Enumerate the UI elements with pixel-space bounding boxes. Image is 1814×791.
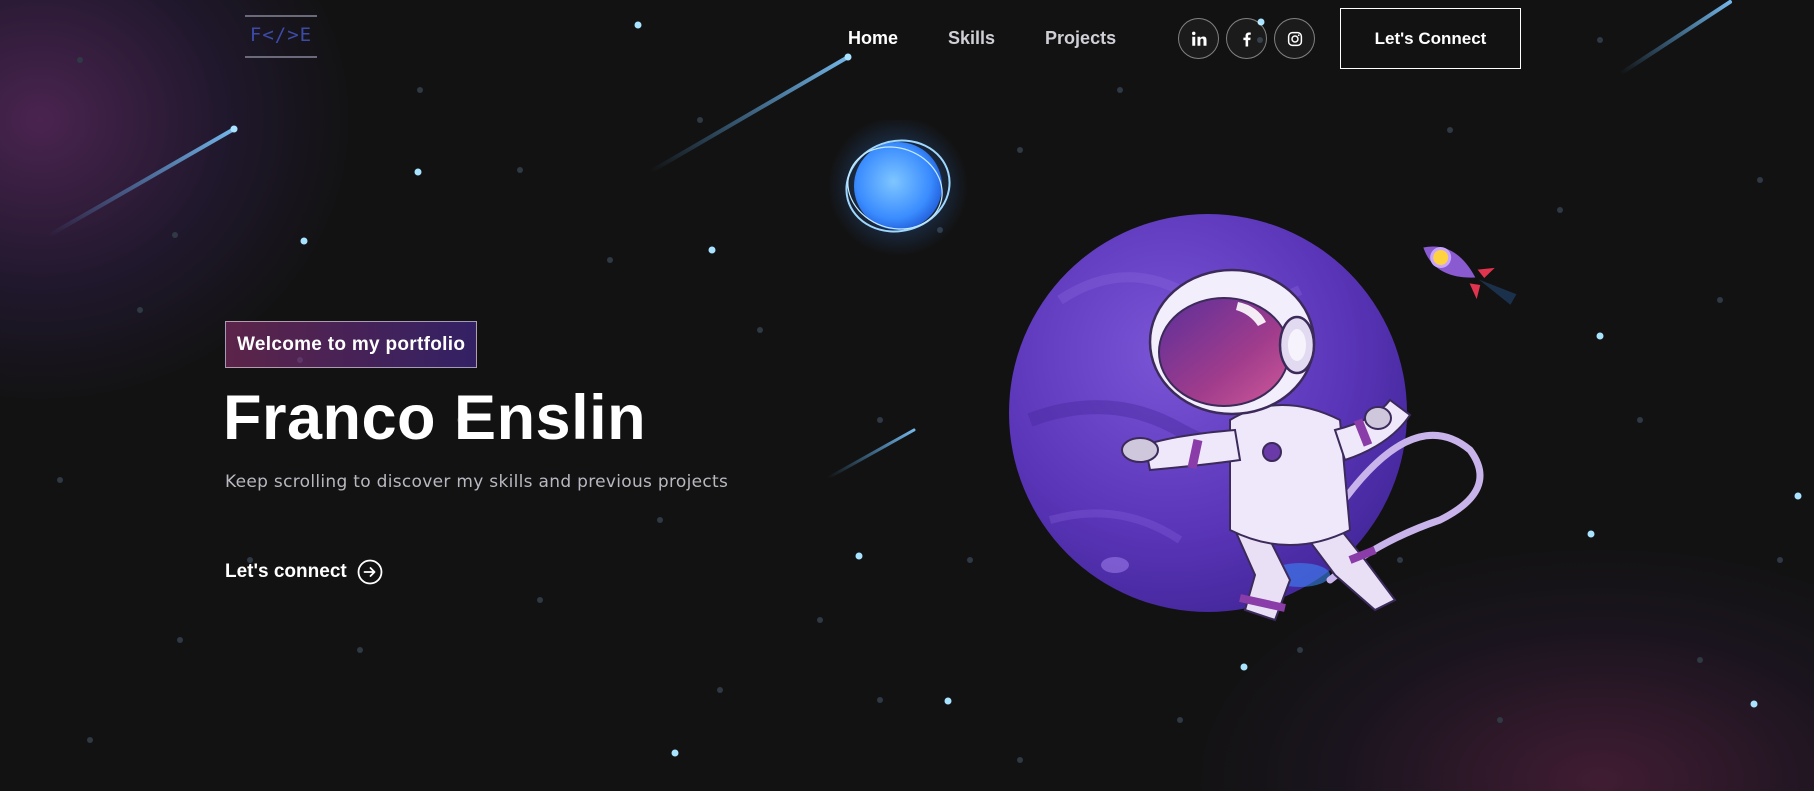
linkedin-icon [1191,31,1206,46]
facebook-icon [1242,31,1251,46]
logo[interactable]: F</>E [243,14,319,62]
linkedin-button[interactable] [1178,18,1219,59]
logo-bottom-line [245,56,317,58]
facebook-button[interactable] [1226,18,1267,59]
cta-label: Let's connect [225,561,347,582]
instagram-button[interactable] [1274,18,1315,59]
nav-links: Home Skills Projects [848,28,1166,49]
arrow-circle-right-icon [357,559,383,585]
nav-link-home[interactable]: Home [848,28,898,49]
nav-link-skills[interactable]: Skills [948,28,995,49]
navbar: F</>E Home Skills Projects Let's Connect [0,0,1814,76]
rocket [1423,246,1517,305]
instagram-icon [1287,31,1302,46]
logo-text: F</>E [249,24,313,46]
tagline-badge: Welcome to my portfolio [225,321,478,368]
lets-connect-cta[interactable]: Let's connect [225,559,383,585]
hero-subtitle: Keep scrolling to discover my skills and… [225,472,729,492]
logo-top-line [245,15,317,17]
lets-connect-button[interactable]: Let's Connect [1340,8,1521,69]
astronaut-illustration [828,120,1517,622]
hero-title: Franco Enslin [223,383,647,453]
glowing-orb [828,120,968,256]
nav-link-projects[interactable]: Projects [1045,28,1116,49]
